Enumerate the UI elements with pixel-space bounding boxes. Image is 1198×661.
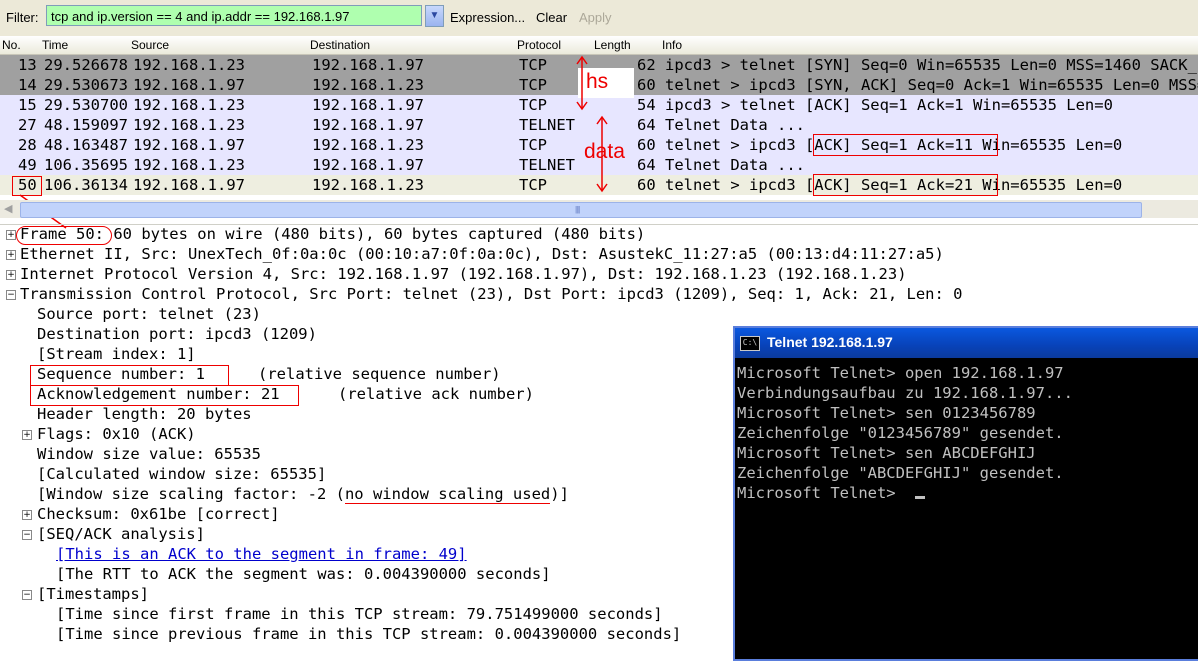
detail-rtt[interactable]: [The RTT to ACK the segment was: 0.00439… — [56, 564, 551, 584]
highlight-ack11 — [813, 134, 998, 156]
ack-frame-link[interactable]: [This is an ACK to the segment in frame:… — [56, 544, 467, 564]
console-cursor — [915, 496, 925, 499]
highlight-ack-number — [30, 385, 299, 406]
telnet-titlebar[interactable]: C:\ Telnet 192.168.1.97 — [735, 328, 1198, 358]
window-scaling-suffix: )] — [550, 485, 569, 503]
console-line: Microsoft Telnet> sen ABCDEFGHIJ — [737, 444, 1036, 462]
console-line: Microsoft Telnet> sen 0123456789 — [737, 404, 1036, 422]
annotation-data: data — [584, 140, 625, 163]
highlight-ack21 — [813, 174, 998, 196]
console-line: Microsoft Telnet> open 192.168.1.97 — [737, 364, 1064, 382]
window-scaling-note: no window scaling used — [344, 485, 551, 504]
detail-stream-index[interactable]: [Stream index: 1] — [37, 344, 196, 364]
telnet-title: Telnet 192.168.1.97 — [767, 334, 893, 350]
detail-seq-ack-analysis[interactable]: [SEQ/ACK analysis] — [37, 524, 205, 544]
console-icon: C:\ — [740, 336, 760, 351]
scroll-left-icon[interactable]: ◀ — [4, 202, 12, 215]
detail-time-first[interactable]: [Time since first frame in this TCP stre… — [56, 604, 663, 624]
detail-ethernet[interactable]: Ethernet II, Src: UnexTech_0f:0a:0c (00:… — [20, 244, 944, 264]
detail-timestamps[interactable]: [Timestamps] — [37, 584, 149, 604]
detail-time-prev[interactable]: [Time since previous frame in this TCP s… — [56, 624, 681, 644]
console-line: Verbindungsaufbau zu 192.168.1.97... — [737, 384, 1073, 402]
packet-list-scrollbar[interactable]: ◀ |||| — [0, 200, 1198, 218]
detail-window-scaling[interactable]: [Window size scaling factor: -2 (no wind… — [37, 484, 569, 504]
collapse-icon[interactable]: − — [6, 290, 16, 300]
grip-icon: |||| — [575, 205, 580, 214]
detail-window-size[interactable]: Window size value: 65535 — [37, 444, 261, 464]
highlight-seq-number — [30, 365, 229, 386]
window-scaling-prefix: [Window size scaling factor: -2 ( — [37, 485, 345, 503]
highlight-packet-50 — [12, 176, 42, 196]
console-line: Zeichenfolge "0123456789" gesendet. — [737, 424, 1064, 442]
telnet-window[interactable]: C:\ Telnet 192.168.1.97 Microsoft Telnet… — [733, 326, 1198, 661]
annotation-hs: hs — [586, 70, 609, 93]
detail-frame[interactable]: Frame 50: 60 bytes on wire (480 bits), 6… — [20, 224, 645, 244]
detail-dst-port[interactable]: Destination port: ipcd3 (1209) — [37, 324, 317, 344]
detail-flags[interactable]: Flags: 0x10 (ACK) — [37, 424, 196, 444]
expand-icon[interactable]: + — [22, 430, 32, 440]
scrollbar-thumb[interactable] — [20, 202, 1142, 218]
detail-seq-relative: (relative sequence number) — [258, 365, 501, 383]
detail-ip[interactable]: Internet Protocol Version 4, Src: 192.16… — [20, 264, 907, 284]
collapse-icon[interactable]: − — [22, 530, 32, 540]
detail-src-port[interactable]: Source port: telnet (23) — [37, 304, 261, 324]
detail-tcp[interactable]: Transmission Control Protocol, Src Port:… — [20, 284, 963, 304]
highlight-frame-50 — [16, 226, 112, 245]
detail-header-length[interactable]: Header length: 20 bytes — [37, 404, 252, 424]
console-prompt[interactable]: Microsoft Telnet> — [737, 483, 896, 503]
expand-icon[interactable]: + — [6, 250, 16, 260]
detail-calc-window[interactable]: [Calculated window size: 65535] — [37, 464, 326, 484]
detail-ack-relative: (relative ack number) — [338, 385, 534, 403]
detail-checksum[interactable]: Checksum: 0x61be [correct] — [37, 504, 280, 524]
console-line: Zeichenfolge "ABCDEFGHIJ" gesendet. — [737, 464, 1064, 482]
expand-icon[interactable]: + — [6, 270, 16, 280]
collapse-icon[interactable]: − — [22, 590, 32, 600]
expand-icon[interactable]: + — [6, 230, 16, 240]
expand-icon[interactable]: + — [22, 510, 32, 520]
